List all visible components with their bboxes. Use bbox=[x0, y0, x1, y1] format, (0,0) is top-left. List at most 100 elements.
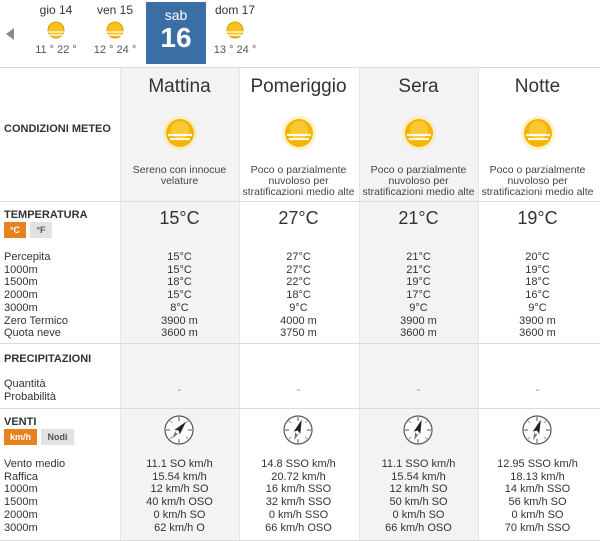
temp-cell: 20°C bbox=[525, 251, 550, 263]
active-day-number: 16 bbox=[160, 22, 192, 53]
wind-cell: 15.54 km/h bbox=[152, 471, 207, 483]
wind-cell: 16 km/h SSO bbox=[265, 483, 332, 495]
precip-mattina: - bbox=[177, 384, 182, 396]
temp-cell: 15°C bbox=[167, 264, 192, 276]
wind-cell: 0 km/h SO bbox=[153, 509, 206, 521]
row-label-quantita: Quantità bbox=[4, 378, 46, 390]
temp-cell: 3600 m bbox=[161, 327, 198, 339]
compass-wind-icon bbox=[403, 415, 433, 445]
day-temps: 11 ° 22 ° bbox=[35, 44, 77, 56]
wind-cell: 66 km/h OSO bbox=[385, 522, 452, 534]
temp-cell: 3900 m bbox=[161, 315, 198, 327]
sun-icon bbox=[106, 21, 124, 39]
precip-sera: - bbox=[416, 384, 421, 396]
row-label-temp: Percepita bbox=[4, 251, 51, 263]
wind-cell: 0 km/h SSO bbox=[268, 509, 329, 521]
compass-wind-icon bbox=[164, 415, 194, 445]
row-label-wind: 1500m bbox=[4, 496, 38, 508]
wind-cell: 11.1 SSO km/h bbox=[381, 458, 456, 470]
compass-wind-icon bbox=[283, 415, 313, 445]
temp-notte: 19°C bbox=[517, 208, 558, 228]
row-label-temp: 2000m bbox=[4, 289, 38, 301]
fahrenheit-button[interactable]: °F bbox=[30, 222, 52, 238]
temp-cell: 16°C bbox=[525, 289, 550, 301]
temp-mattina: 15°C bbox=[159, 208, 200, 228]
temp-sera: 21°C bbox=[398, 208, 439, 228]
wind-cell: 40 km/h OSO bbox=[146, 496, 213, 508]
temp-cell: 27°C bbox=[286, 264, 311, 276]
section-label-precipitation: PRECIPITAZIONI bbox=[4, 353, 92, 365]
temp-cell: 8°C bbox=[170, 302, 189, 314]
precip-notte: - bbox=[535, 384, 540, 396]
day-tab-0[interactable]: gio 14 11 ° 22 ° bbox=[27, 0, 85, 64]
row-label-wind: Vento medio bbox=[4, 458, 66, 470]
temp-cell: 3600 m bbox=[400, 327, 437, 339]
wind-cell: 66 km/h OSO bbox=[265, 522, 332, 534]
precip-pomeriggio: - bbox=[296, 384, 301, 396]
forecast-grid: Mattina Pomeriggio Sera Notte CONDIZIONI… bbox=[0, 68, 600, 541]
temp-cell: 9°C bbox=[528, 302, 547, 314]
day-tab-2[interactable]: dom 17 13 ° 24 ° bbox=[206, 0, 264, 64]
section-label-conditions: CONDIZIONI METEO bbox=[4, 123, 111, 135]
period-title-mattina: Mattina bbox=[148, 76, 211, 97]
celsius-button[interactable]: °C bbox=[4, 222, 26, 238]
wind-cell: 12 km/h SO bbox=[389, 483, 448, 495]
temp-cell: 15°C bbox=[167, 289, 192, 301]
wind-cell: 0 km/h SO bbox=[511, 509, 564, 521]
wind-cell: 62 km/h O bbox=[154, 522, 205, 534]
wind-cell: 14 km/h SSO bbox=[504, 483, 571, 495]
temp-cell: 17°C bbox=[406, 289, 431, 301]
period-title-notte: Notte bbox=[514, 76, 561, 97]
temp-cell: 21°C bbox=[406, 251, 431, 263]
temp-cell: 9°C bbox=[409, 302, 428, 314]
knots-button[interactable]: Nodi bbox=[41, 429, 74, 445]
temp-cell: 18°C bbox=[167, 276, 192, 288]
condition-desc-notte: Poco o parzialmente nuvoloso per stratif… bbox=[481, 164, 594, 198]
section-label-temperature: TEMPERATURA bbox=[4, 209, 88, 221]
wind-cell: 0 km/h SO bbox=[392, 509, 445, 521]
day-temps: 13 ° 24 ° bbox=[213, 44, 257, 56]
temp-pomeriggio: 27°C bbox=[278, 208, 319, 228]
wind-cell: 18.13 km/h bbox=[510, 471, 565, 483]
sun-with-haze-icon bbox=[163, 116, 197, 150]
row-label-wind: 3000m bbox=[4, 522, 38, 534]
day-tab-active[interactable]: sab 16 bbox=[146, 2, 206, 64]
row-label-temp: 1500m bbox=[4, 276, 38, 288]
temp-cell: 4000 m bbox=[280, 315, 317, 327]
divider bbox=[0, 408, 600, 409]
wind-cell: 11.1 SO km/h bbox=[146, 458, 213, 470]
row-label-temp: Zero Termico bbox=[4, 315, 68, 327]
period-title-pomeriggio: Pomeriggio bbox=[250, 76, 347, 97]
arrow-left-icon[interactable] bbox=[4, 24, 18, 44]
wind-cell: 50 km/h SO bbox=[389, 496, 448, 508]
row-label-temp: 1000m bbox=[4, 264, 38, 276]
section-label-wind: VENTI bbox=[4, 416, 37, 428]
sun-with-haze-icon bbox=[402, 116, 436, 150]
wind-cell: 15.54 km/h bbox=[391, 471, 446, 483]
compass-wind-icon bbox=[522, 415, 552, 445]
wind-cell: 70 km/h SSO bbox=[504, 522, 571, 534]
sun-with-haze-icon bbox=[282, 116, 316, 150]
condition-desc-sera: Poco o parzialmente nuvoloso per stratif… bbox=[362, 164, 475, 198]
sun-icon bbox=[47, 21, 65, 39]
temp-cell: 3900 m bbox=[519, 315, 556, 327]
sun-icon bbox=[226, 21, 244, 39]
period-title-sera: Sera bbox=[398, 76, 439, 97]
temp-cell: 22°C bbox=[286, 276, 311, 288]
condition-desc-mattina: Sereno con innocue velature bbox=[132, 164, 227, 187]
divider bbox=[0, 343, 600, 344]
wind-cell: 20.72 km/h bbox=[271, 471, 326, 483]
day-name: ven 15 bbox=[96, 3, 134, 17]
temp-cell: 18°C bbox=[286, 289, 311, 301]
kmh-button[interactable]: km/h bbox=[4, 429, 37, 445]
wind-cell: 12 km/h SO bbox=[150, 483, 209, 495]
row-label-probabilita: Probabilità bbox=[4, 391, 56, 403]
temp-cell: 27°C bbox=[286, 251, 311, 263]
condition-desc-pomeriggio: Poco o parzialmente nuvoloso per stratif… bbox=[242, 164, 355, 198]
day-tab-1[interactable]: ven 15 12 ° 24 ° bbox=[86, 0, 144, 64]
wind-cell: 56 km/h SO bbox=[508, 496, 567, 508]
temp-cell: 21°C bbox=[406, 264, 431, 276]
temp-cell: 3600 m bbox=[519, 327, 556, 339]
row-label-wind: 2000m bbox=[4, 509, 38, 521]
day-strip: gio 14 11 ° 22 ° ven 15 12 ° 24 ° sab 16… bbox=[0, 0, 600, 68]
